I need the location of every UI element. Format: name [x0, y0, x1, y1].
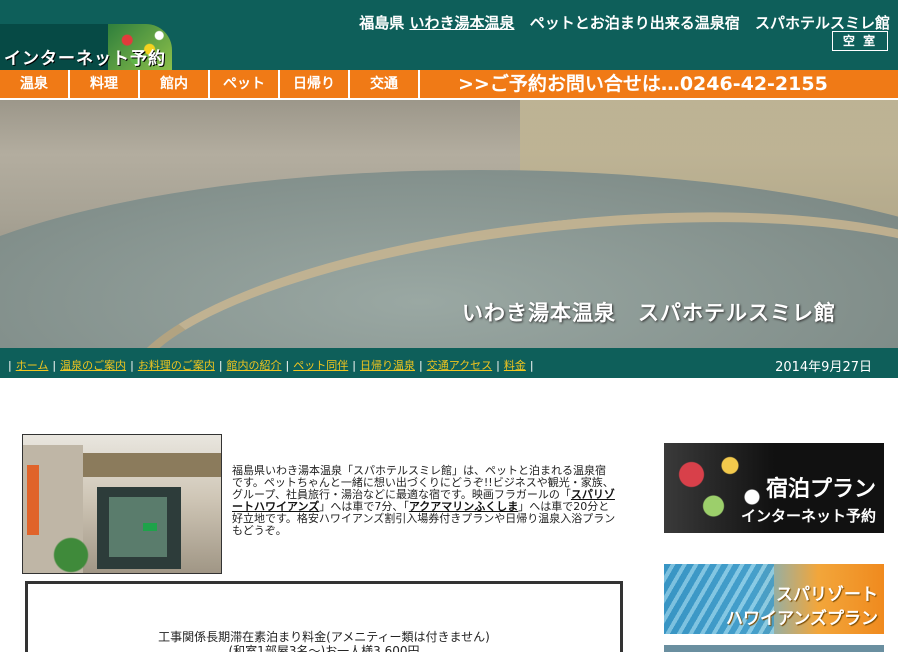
hawaiians-plan-subtitle: ハワイアンズプラン	[726, 609, 878, 629]
notice-line-2: (和室1部屋3名～)お一人様3,600円	[228, 644, 420, 652]
subnav-link-price[interactable]: 料金	[504, 359, 526, 372]
tagline: ペットとお泊まり出来る温泉宿	[529, 14, 740, 32]
subnav-link-day-trip[interactable]: 日帰り温泉	[360, 359, 415, 372]
sub-nav-links: | ホーム | 温泉のご案内 | お料理のご案内 | 館内の紹介 | ペット同伴 | 日帰り温泉 | 交通…	[8, 359, 534, 372]
nav-item-pet[interactable]: ペット	[210, 70, 280, 98]
subnav-link-onsen[interactable]: 温泉のご案内	[60, 359, 126, 372]
nav-item-facility[interactable]: 館内	[140, 70, 210, 98]
next-banner[interactable]	[664, 645, 884, 652]
hero-title: いわき湯本温泉 スパホテルスミレ館	[462, 301, 836, 325]
logo-text: インターネット予約	[4, 49, 166, 69]
stay-plan-title: 宿泊プラン	[765, 476, 876, 502]
stay-plan-banner[interactable]: 宿泊プラン インターネット予約	[664, 443, 884, 533]
hotel-entrance-photo	[22, 434, 222, 574]
phone-banner[interactable]: >>ご予約お問い合せは…0246-42-2155	[420, 70, 898, 98]
stay-plan-subtitle: インターネット予約	[740, 507, 876, 525]
nav-item-day-trip[interactable]: 日帰り	[280, 70, 350, 98]
hotel-name: スパホテルスミレ館	[754, 14, 890, 32]
subnav-link-cuisine[interactable]: お料理のご案内	[138, 359, 215, 372]
subnav-link-access[interactable]: 交通アクセス	[427, 359, 492, 372]
date-display: 2014年9月27日	[775, 360, 872, 375]
sub-nav: | ホーム | 温泉のご案内 | お料理のご案内 | 館内の紹介 | ペット同伴 | 日帰り温泉 | 交通…	[0, 348, 898, 378]
main-nav: 温泉 料理 館内 ペット 日帰り 交通 >>ご予約お問い合せは…0246-42-…	[0, 70, 898, 99]
top-header: インターネット予約 福島県 いわき湯本温泉 ペットとお泊まり出来る温泉宿 スパホ…	[0, 0, 898, 70]
subnav-link-facility[interactable]: 館内の紹介	[227, 359, 282, 372]
nav-item-cuisine[interactable]: 料理	[70, 70, 140, 98]
hero-image: いわき湯本温泉 スパホテルスミレ館	[0, 100, 898, 348]
hawaiians-plan-banner[interactable]: スパリゾート ハワイアンズプラン	[664, 564, 884, 634]
site-heading: 福島県 いわき湯本温泉 ペットとお泊まり出来る温泉宿 スパホテルスミレ館	[349, 12, 890, 33]
subnav-link-pet[interactable]: ペット同伴	[293, 359, 348, 372]
vacancy-button[interactable]: 空 室	[832, 31, 888, 51]
internet-booking-logo[interactable]: インターネット予約	[0, 24, 172, 70]
nav-item-access[interactable]: 交通	[350, 70, 420, 98]
long-stay-notice: 工事関係長期滞在素泊まり料金(アメニティー類は付きません) (和室1部屋3名～)…	[25, 581, 623, 652]
area-link[interactable]: いわき湯本温泉	[409, 14, 514, 32]
prefecture-label: 福島県	[359, 14, 405, 32]
nav-item-onsen[interactable]: 温泉	[0, 70, 70, 98]
hawaiians-plan-title: スパリゾート	[776, 585, 878, 605]
subnav-link-home[interactable]: ホーム	[16, 359, 49, 372]
intro-text: 福島県いわき湯本温泉「スパホテルスミレ館」は、ペットと泊まれる温泉宿です。ペット…	[232, 464, 616, 537]
